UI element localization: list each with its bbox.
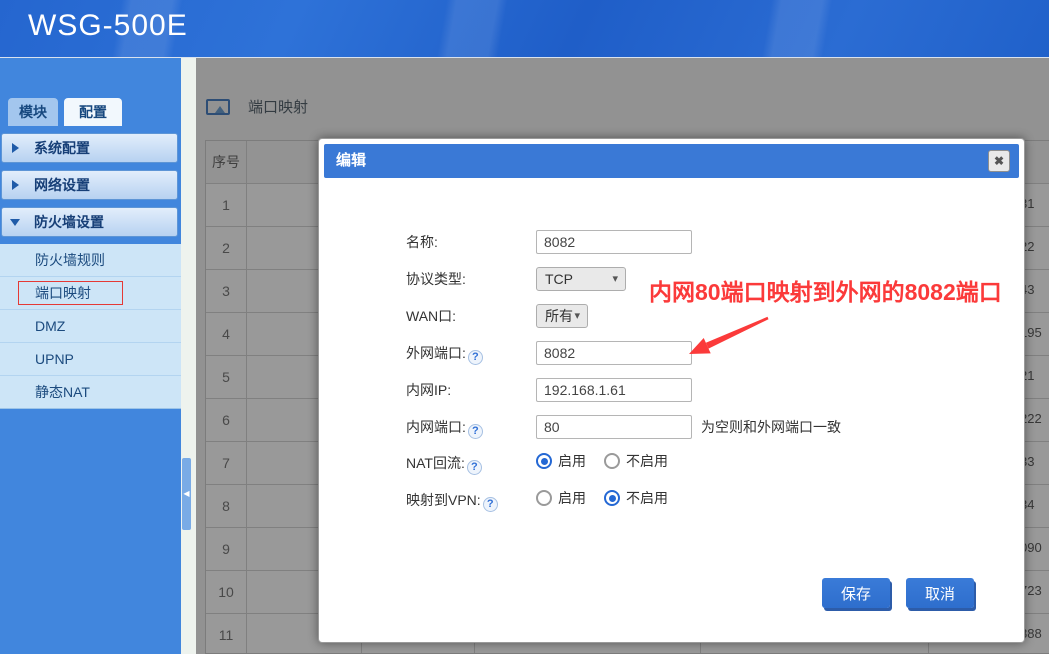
form-row-lan-port: 内网端口: 为空则和外网端口一致 [319, 415, 1024, 439]
app-window: WSG-500E 模块 配置 系统配置 网络设置 防火墙设置 防火墙规则 端口映… [0, 0, 1049, 654]
form-row-map-vpn: 映射到VPN: 启用 不启用 [319, 488, 1024, 512]
lan-ip-input[interactable] [536, 378, 692, 402]
field-label-text: NAT回流: [406, 455, 465, 471]
radio-disable[interactable] [604, 490, 620, 506]
lan-port-input[interactable] [536, 415, 692, 439]
sidebar-menu: 系统配置 网络设置 防火墙设置 防火墙规则 端口映射 DMZ UPNP 静态NA… [0, 133, 181, 416]
radio-disable[interactable] [604, 453, 620, 469]
radio-enable[interactable] [536, 490, 552, 506]
protocol-selected-value: TCP [545, 271, 573, 287]
sidebar-item-system-config[interactable]: 系统配置 [1, 133, 178, 163]
sidebar-item-static-nat[interactable]: 静态NAT [0, 376, 181, 409]
lan-port-note: 为空则和外网端口一致 [701, 415, 841, 439]
sidebar-item-firewall-settings[interactable]: 防火墙设置 [1, 207, 178, 237]
field-label-text: 外网端口: [406, 345, 466, 361]
field-label: 外网端口: [406, 341, 483, 365]
sidebar-divider: ◀ [181, 58, 196, 654]
map-vpn-radio-group: 启用 不启用 [536, 488, 686, 508]
field-label-text: 内网端口: [406, 419, 466, 435]
name-input[interactable] [536, 230, 692, 254]
radio-label: 启用 [558, 488, 586, 508]
radio-label: 启用 [558, 451, 586, 471]
sidebar-item-port-mapping[interactable]: 端口映射 [0, 277, 181, 310]
sidebar-item-firewall-rules[interactable]: 防火墙规则 [0, 244, 181, 277]
top-header: WSG-500E [0, 0, 1049, 58]
edit-dialog: 编辑 ✖ 名称: 协议类型: TCP ▾ WAN口: 所有 ▾ 外网端口: [318, 138, 1025, 643]
sidebar-item-label: 网络设置 [34, 175, 90, 195]
field-label: NAT回流: [406, 451, 482, 475]
field-label: WAN口: [406, 304, 456, 328]
form-row-name: 名称: [319, 230, 1024, 254]
form-row-nat-loopback: NAT回流: 启用 不启用 [319, 451, 1024, 475]
field-label: 名称: [406, 230, 438, 254]
sidebar-item-label: 端口映射 [35, 285, 91, 301]
sidebar: 模块 配置 系统配置 网络设置 防火墙设置 防火墙规则 端口映射 DMZ [0, 58, 181, 654]
sidebar-item-network-settings[interactable]: 网络设置 [1, 170, 178, 200]
chevron-right-icon [12, 143, 19, 153]
firewall-submenu: 防火墙规则 端口映射 DMZ UPNP 静态NAT [0, 244, 181, 409]
dialog-titlebar[interactable]: 编辑 ✖ [324, 144, 1019, 178]
chevron-down-icon: ▾ [574, 305, 580, 327]
field-label-text: 映射到VPN: [406, 492, 481, 508]
cancel-button[interactable]: 取消 [906, 578, 974, 608]
help-icon[interactable] [467, 460, 482, 475]
annotation-text: 内网80端口映射到外网的8082端口 [649, 273, 1024, 307]
ext-port-input[interactable] [536, 341, 692, 365]
sidebar-collapse-handle[interactable]: ◀ [182, 458, 191, 530]
chevron-down-icon: ▾ [612, 268, 618, 290]
protocol-select[interactable]: TCP ▾ [536, 267, 626, 291]
radio-enable[interactable] [536, 453, 552, 469]
help-icon[interactable] [468, 350, 483, 365]
form-row-lan-ip: 内网IP: [319, 378, 1024, 402]
nat-loopback-radio-group: 启用 不启用 [536, 451, 686, 471]
sidebar-item-upnp[interactable]: UPNP [0, 343, 181, 376]
form-row-ext-port: 外网端口: [319, 341, 1024, 365]
chevron-right-icon [12, 180, 19, 190]
field-label: 映射到VPN: [406, 488, 498, 512]
sidebar-item-label: 防火墙设置 [34, 212, 104, 232]
sidebar-item-label: 系统配置 [34, 138, 90, 158]
tab-config[interactable]: 配置 [64, 98, 122, 126]
close-icon[interactable]: ✖ [988, 150, 1010, 172]
wan-select[interactable]: 所有 ▾ [536, 304, 588, 328]
field-label: 内网IP: [406, 378, 451, 402]
help-icon[interactable] [468, 424, 483, 439]
tab-modules[interactable]: 模块 [8, 98, 58, 126]
save-button[interactable]: 保存 [822, 578, 890, 608]
form-row-wan: WAN口: 所有 ▾ [319, 304, 1024, 328]
product-title: WSG-500E [28, 9, 188, 43]
wan-selected-value: 所有 [545, 308, 573, 324]
radio-label: 不启用 [626, 451, 668, 471]
sidebar-item-dmz[interactable]: DMZ [0, 310, 181, 343]
help-icon[interactable] [483, 497, 498, 512]
field-label: 协议类型: [406, 267, 466, 291]
dialog-title: 编辑 [336, 144, 366, 178]
field-label: 内网端口: [406, 415, 483, 439]
radio-label: 不启用 [626, 488, 668, 508]
chevron-down-icon [10, 219, 20, 226]
